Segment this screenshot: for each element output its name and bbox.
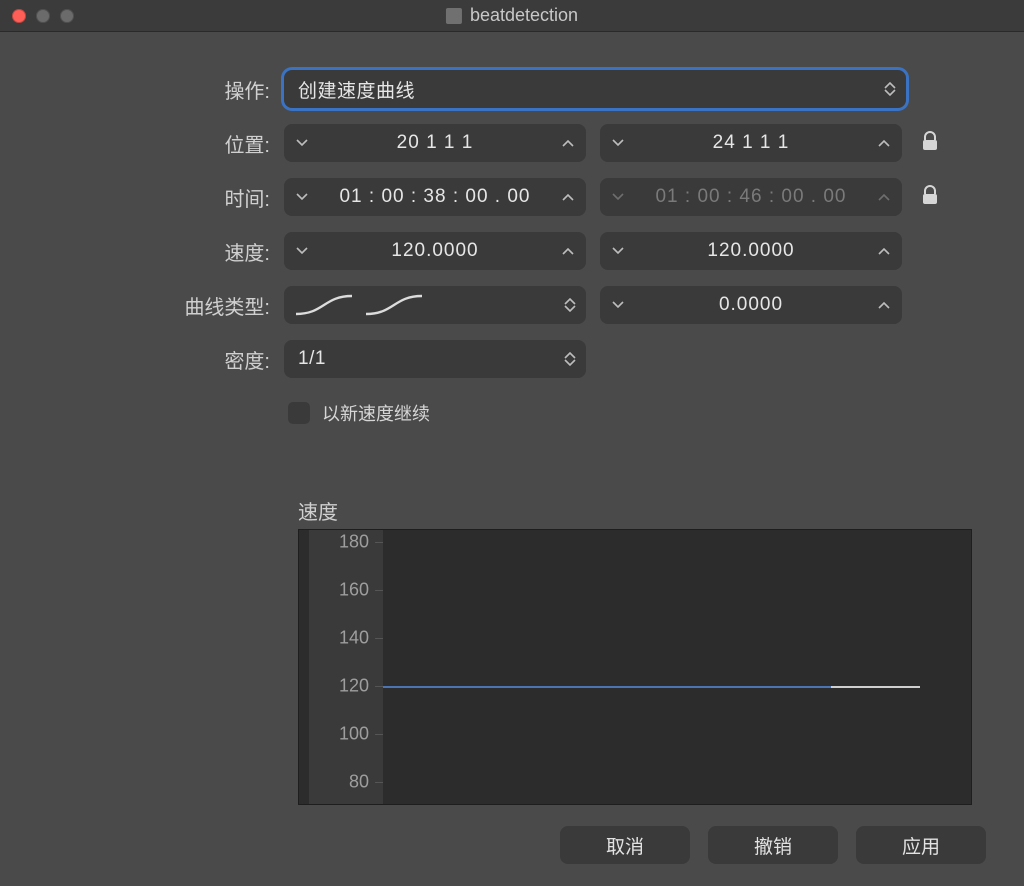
position-start-value: 20 1 1 1 — [308, 132, 562, 154]
minimize-window-button[interactable] — [36, 9, 50, 23]
label-density: 密度: — [54, 345, 284, 374]
curve-type-select[interactable] — [284, 286, 586, 324]
continue-with-new-tempo-checkbox[interactable] — [288, 402, 310, 424]
chevron-down-icon — [612, 301, 624, 309]
tempo-end-field[interactable]: 120.0000 — [600, 232, 902, 270]
time-end-field[interactable]: 01 : 00 : 46 : 00 . 00 — [600, 178, 902, 216]
time-start-field[interactable]: 01 : 00 : 38 : 00 . 00 — [284, 178, 586, 216]
position-end-field[interactable]: 24 1 1 1 — [600, 124, 902, 162]
y-axis-tick-label: 140 — [299, 628, 369, 649]
cancel-button[interactable]: 取消 — [560, 826, 690, 864]
apply-button[interactable]: 应用 — [856, 826, 986, 864]
tempo-chart[interactable]: 80 100 120 140 160 180 — [298, 529, 972, 805]
time-start-value: 01 : 00 : 38 : 00 . 00 — [308, 186, 562, 208]
chart-title: 速度 — [298, 496, 970, 525]
chevron-down-icon — [612, 247, 624, 255]
chevron-down-icon — [612, 193, 624, 201]
y-axis-tick-label: 180 — [299, 532, 369, 553]
chevron-up-icon — [878, 193, 890, 201]
chevron-up-icon — [562, 247, 574, 255]
density-value: 1/1 — [284, 348, 326, 370]
chevron-up-icon — [562, 193, 574, 201]
curve-value-field[interactable]: 0.0000 — [600, 286, 902, 324]
chevron-down-icon — [612, 139, 624, 147]
titlebar: beatdetection — [0, 0, 1024, 32]
chevron-down-icon — [296, 247, 308, 255]
select-stepper-icon — [564, 352, 576, 366]
zoom-window-button[interactable] — [60, 9, 74, 23]
continue-with-new-tempo-label: 以新速度继续 — [322, 400, 430, 426]
label-operation: 操作: — [54, 75, 284, 104]
window-title: beatdetection — [446, 5, 578, 26]
operation-selected-text: 创建速度曲线 — [284, 76, 415, 103]
chart-series-line — [383, 686, 831, 688]
chevron-up-icon — [878, 139, 890, 147]
curve-icon — [294, 294, 424, 316]
chevron-down-icon — [296, 139, 308, 147]
tempo-end-value: 120.0000 — [624, 240, 878, 262]
lock-icon[interactable] — [921, 185, 939, 210]
position-start-field[interactable]: 20 1 1 1 — [284, 124, 586, 162]
label-tempo: 速度: — [54, 237, 284, 266]
y-axis-tick-label: 100 — [299, 724, 369, 745]
chevron-down-icon — [296, 193, 308, 201]
select-stepper-icon — [884, 82, 896, 96]
chevron-up-icon — [878, 301, 890, 309]
time-end-value: 01 : 00 : 46 : 00 . 00 — [624, 186, 878, 208]
window-controls — [12, 9, 74, 23]
tempo-start-field[interactable]: 120.0000 — [284, 232, 586, 270]
y-axis-tick-label: 160 — [299, 580, 369, 601]
lock-icon[interactable] — [921, 131, 939, 156]
curve-value: 0.0000 — [624, 294, 878, 316]
close-window-button[interactable] — [12, 9, 26, 23]
label-position: 位置: — [54, 129, 284, 158]
position-end-value: 24 1 1 1 — [624, 132, 878, 154]
document-icon — [446, 8, 462, 24]
density-select[interactable]: 1/1 — [284, 340, 586, 378]
y-axis-tick-label: 80 — [299, 772, 369, 793]
y-axis-tick-label: 120 — [299, 676, 369, 697]
select-stepper-icon — [564, 298, 576, 312]
chevron-up-icon — [878, 247, 890, 255]
tempo-start-value: 120.0000 — [308, 240, 562, 262]
operation-select[interactable]: 创建速度曲线 — [284, 70, 906, 108]
undo-button[interactable]: 撤销 — [708, 826, 838, 864]
window-title-text: beatdetection — [470, 5, 578, 26]
chevron-up-icon — [562, 139, 574, 147]
chart-series-line — [831, 686, 920, 688]
label-time: 时间: — [54, 183, 284, 212]
label-curve-type: 曲线类型: — [54, 291, 284, 320]
